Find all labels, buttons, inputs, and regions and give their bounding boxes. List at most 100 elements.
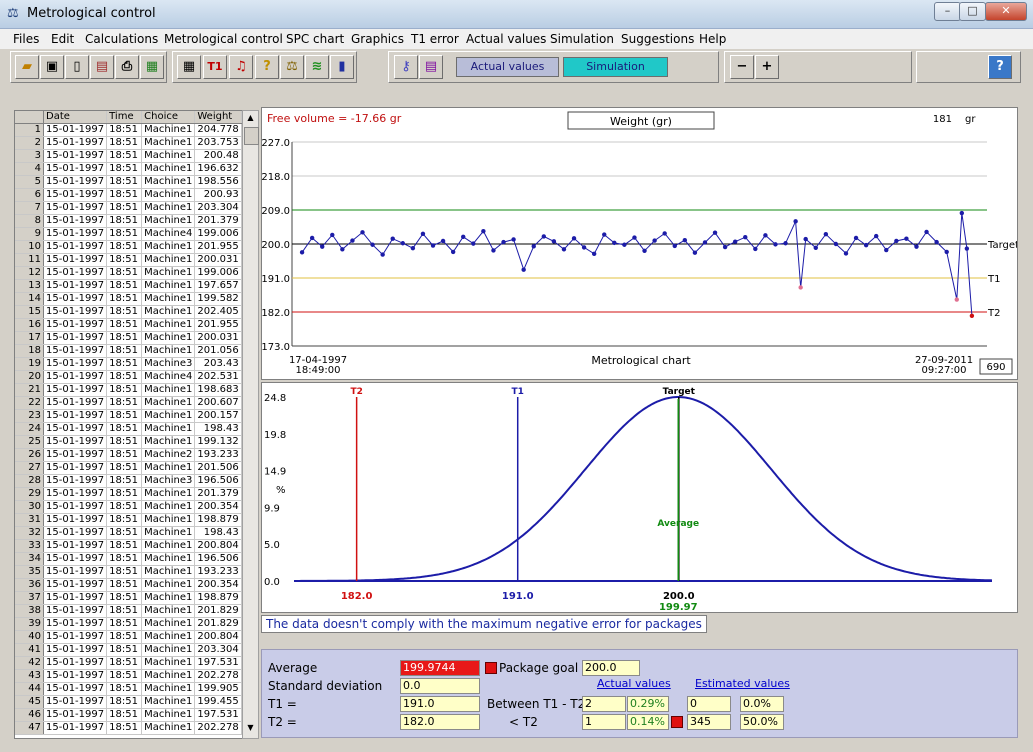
choice-cell[interactable]: Machine1 — [141, 266, 196, 280]
bell-icon[interactable]: ♫ — [229, 55, 253, 79]
date-cell[interactable]: 15-01-1997 — [43, 643, 108, 657]
choice-cell[interactable]: Machine1 — [141, 708, 196, 722]
choice-cell[interactable]: Machine1 — [141, 552, 196, 566]
time-cell[interactable]: 18:51 — [106, 708, 143, 722]
time-cell[interactable]: 18:51 — [106, 305, 143, 319]
time-cell[interactable]: 18:51 — [106, 643, 143, 657]
time-cell[interactable]: 18:51 — [106, 396, 143, 410]
time-cell[interactable]: 18:51 — [106, 526, 143, 540]
choice-cell[interactable]: Machine1 — [141, 630, 196, 644]
date-cell[interactable]: 15-01-1997 — [43, 617, 108, 631]
weight-cell[interactable]: 202.278 — [194, 721, 242, 735]
scroll-thumb[interactable] — [244, 127, 259, 145]
table-row[interactable]: 41 15-01-1997 18:51 Machine1 203.304 — [15, 643, 242, 657]
t1-icon[interactable]: T1 — [203, 55, 227, 79]
help-question-icon[interactable]: ? — [255, 55, 279, 79]
report-icon[interactable]: ▤ — [90, 55, 114, 79]
table-row[interactable]: 40 15-01-1997 18:51 Machine1 200.804 — [15, 630, 242, 644]
time-cell[interactable]: 18:51 — [106, 487, 143, 501]
date-cell[interactable]: 15-01-1997 — [43, 383, 108, 397]
scroll-down-icon[interactable]: ▼ — [245, 723, 256, 733]
time-cell[interactable]: 18:51 — [106, 461, 143, 475]
save-icon[interactable]: ▣ — [40, 55, 64, 79]
time-cell[interactable]: 18:51 — [106, 565, 143, 579]
date-cell[interactable]: 15-01-1997 — [43, 656, 108, 670]
table-row[interactable]: 42 15-01-1997 18:51 Machine1 197.531 — [15, 656, 242, 670]
weight-cell[interactable]: 200.157 — [194, 409, 242, 423]
weight-cell[interactable]: 202.531 — [194, 370, 242, 384]
weight-cell[interactable]: 203.753 — [194, 136, 242, 150]
date-cell[interactable]: 15-01-1997 — [43, 409, 108, 423]
date-cell[interactable]: 15-01-1997 — [43, 214, 108, 228]
date-cell[interactable]: 15-01-1997 — [43, 448, 108, 462]
menu-actual-values[interactable]: Actual values — [466, 32, 546, 46]
context-help-icon[interactable]: ? — [988, 55, 1012, 79]
choice-cell[interactable]: Machine1 — [141, 604, 196, 618]
weight-cell[interactable]: 201.955 — [194, 318, 242, 332]
date-cell[interactable]: 15-01-1997 — [43, 708, 108, 722]
table-row[interactable]: 22 15-01-1997 18:51 Machine1 200.607 — [15, 396, 242, 410]
date-cell[interactable]: 15-01-1997 — [43, 279, 108, 293]
choice-cell[interactable]: Machine1 — [141, 344, 196, 358]
table-row[interactable]: 15 15-01-1997 18:51 Machine1 202.405 — [15, 305, 242, 319]
weight-cell[interactable]: 197.531 — [194, 708, 242, 722]
weight-cell[interactable]: 196.632 — [194, 162, 242, 176]
bar-chart-icon[interactable]: ▮ — [330, 55, 354, 79]
weight-cell[interactable]: 198.43 — [194, 526, 242, 540]
date-cell[interactable]: 15-01-1997 — [43, 526, 108, 540]
date-cell[interactable]: 15-01-1997 — [43, 721, 108, 735]
date-cell[interactable]: 15-01-1997 — [43, 682, 108, 696]
table-row[interactable]: 46 15-01-1997 18:51 Machine1 197.531 — [15, 708, 242, 722]
weight-cell[interactable]: 200.93 — [194, 188, 242, 202]
weight-cell[interactable]: 200.48 — [194, 149, 242, 163]
choice-cell[interactable]: Machine1 — [141, 396, 196, 410]
weight-cell[interactable]: 199.006 — [194, 266, 242, 280]
choice-cell[interactable]: Machine1 — [141, 721, 196, 735]
choice-cell[interactable]: Machine1 — [141, 656, 196, 670]
actual-values-button[interactable]: Actual values — [456, 57, 559, 77]
time-cell[interactable]: 18:51 — [106, 435, 143, 449]
date-cell[interactable]: 15-01-1997 — [43, 422, 108, 436]
t1-field[interactable]: 191.0 — [400, 696, 480, 712]
date-cell[interactable]: 15-01-1997 — [43, 487, 108, 501]
weight-cell[interactable]: 196.506 — [194, 474, 242, 488]
weight-cell[interactable]: 200.031 — [194, 331, 242, 345]
weight-cell[interactable]: 200.354 — [194, 578, 242, 592]
choice-cell[interactable]: Machine1 — [141, 331, 196, 345]
table-row[interactable]: 37 15-01-1997 18:51 Machine1 198.879 — [15, 591, 242, 605]
date-cell[interactable]: 15-01-1997 — [43, 500, 108, 514]
column-header-time[interactable]: Time — [106, 111, 143, 124]
choice-cell[interactable]: Machine1 — [141, 669, 196, 683]
maximize-button[interactable]: □ — [959, 2, 986, 21]
weight-cell[interactable]: 199.006 — [194, 227, 242, 241]
weight-cell[interactable]: 204.778 — [194, 123, 242, 137]
weight-cell[interactable]: 198.556 — [194, 175, 242, 189]
date-cell[interactable]: 15-01-1997 — [43, 162, 108, 176]
choice-cell[interactable]: Machine2 — [141, 448, 196, 462]
table-row[interactable]: 43 15-01-1997 18:51 Machine1 202.278 — [15, 669, 242, 683]
date-cell[interactable]: 15-01-1997 — [43, 344, 108, 358]
date-cell[interactable]: 15-01-1997 — [43, 253, 108, 267]
date-cell[interactable]: 15-01-1997 — [43, 474, 108, 488]
open-folder-icon[interactable]: ▰ — [15, 55, 39, 79]
time-cell[interactable]: 18:51 — [106, 448, 143, 462]
time-cell[interactable]: 18:51 — [106, 669, 143, 683]
menu-metrological-control[interactable]: Metrological control — [164, 32, 283, 46]
time-cell[interactable]: 18:51 — [106, 201, 143, 215]
choice-cell[interactable]: Machine1 — [141, 188, 196, 202]
table-row[interactable]: 8 15-01-1997 18:51 Machine1 201.379 — [15, 214, 242, 228]
estimated-values-link[interactable]: Estimated values — [695, 677, 790, 690]
weight-cell[interactable]: 201.829 — [194, 604, 242, 618]
table-row[interactable]: 3 15-01-1997 18:51 Machine1 200.48 — [15, 149, 242, 163]
menu-graphics[interactable]: Graphics — [351, 32, 404, 46]
choice-cell[interactable]: Machine1 — [141, 214, 196, 228]
weight-cell[interactable]: 199.455 — [194, 695, 242, 709]
menu-spc-chart[interactable]: SPC chart — [286, 32, 344, 46]
weight-cell[interactable]: 200.804 — [194, 539, 242, 553]
time-cell[interactable]: 18:51 — [106, 318, 143, 332]
close-button[interactable]: ✕ — [985, 2, 1027, 21]
time-cell[interactable]: 18:51 — [106, 721, 143, 735]
date-cell[interactable]: 15-01-1997 — [43, 396, 108, 410]
choice-cell[interactable]: Machine4 — [141, 227, 196, 241]
time-cell[interactable]: 18:51 — [106, 331, 143, 345]
